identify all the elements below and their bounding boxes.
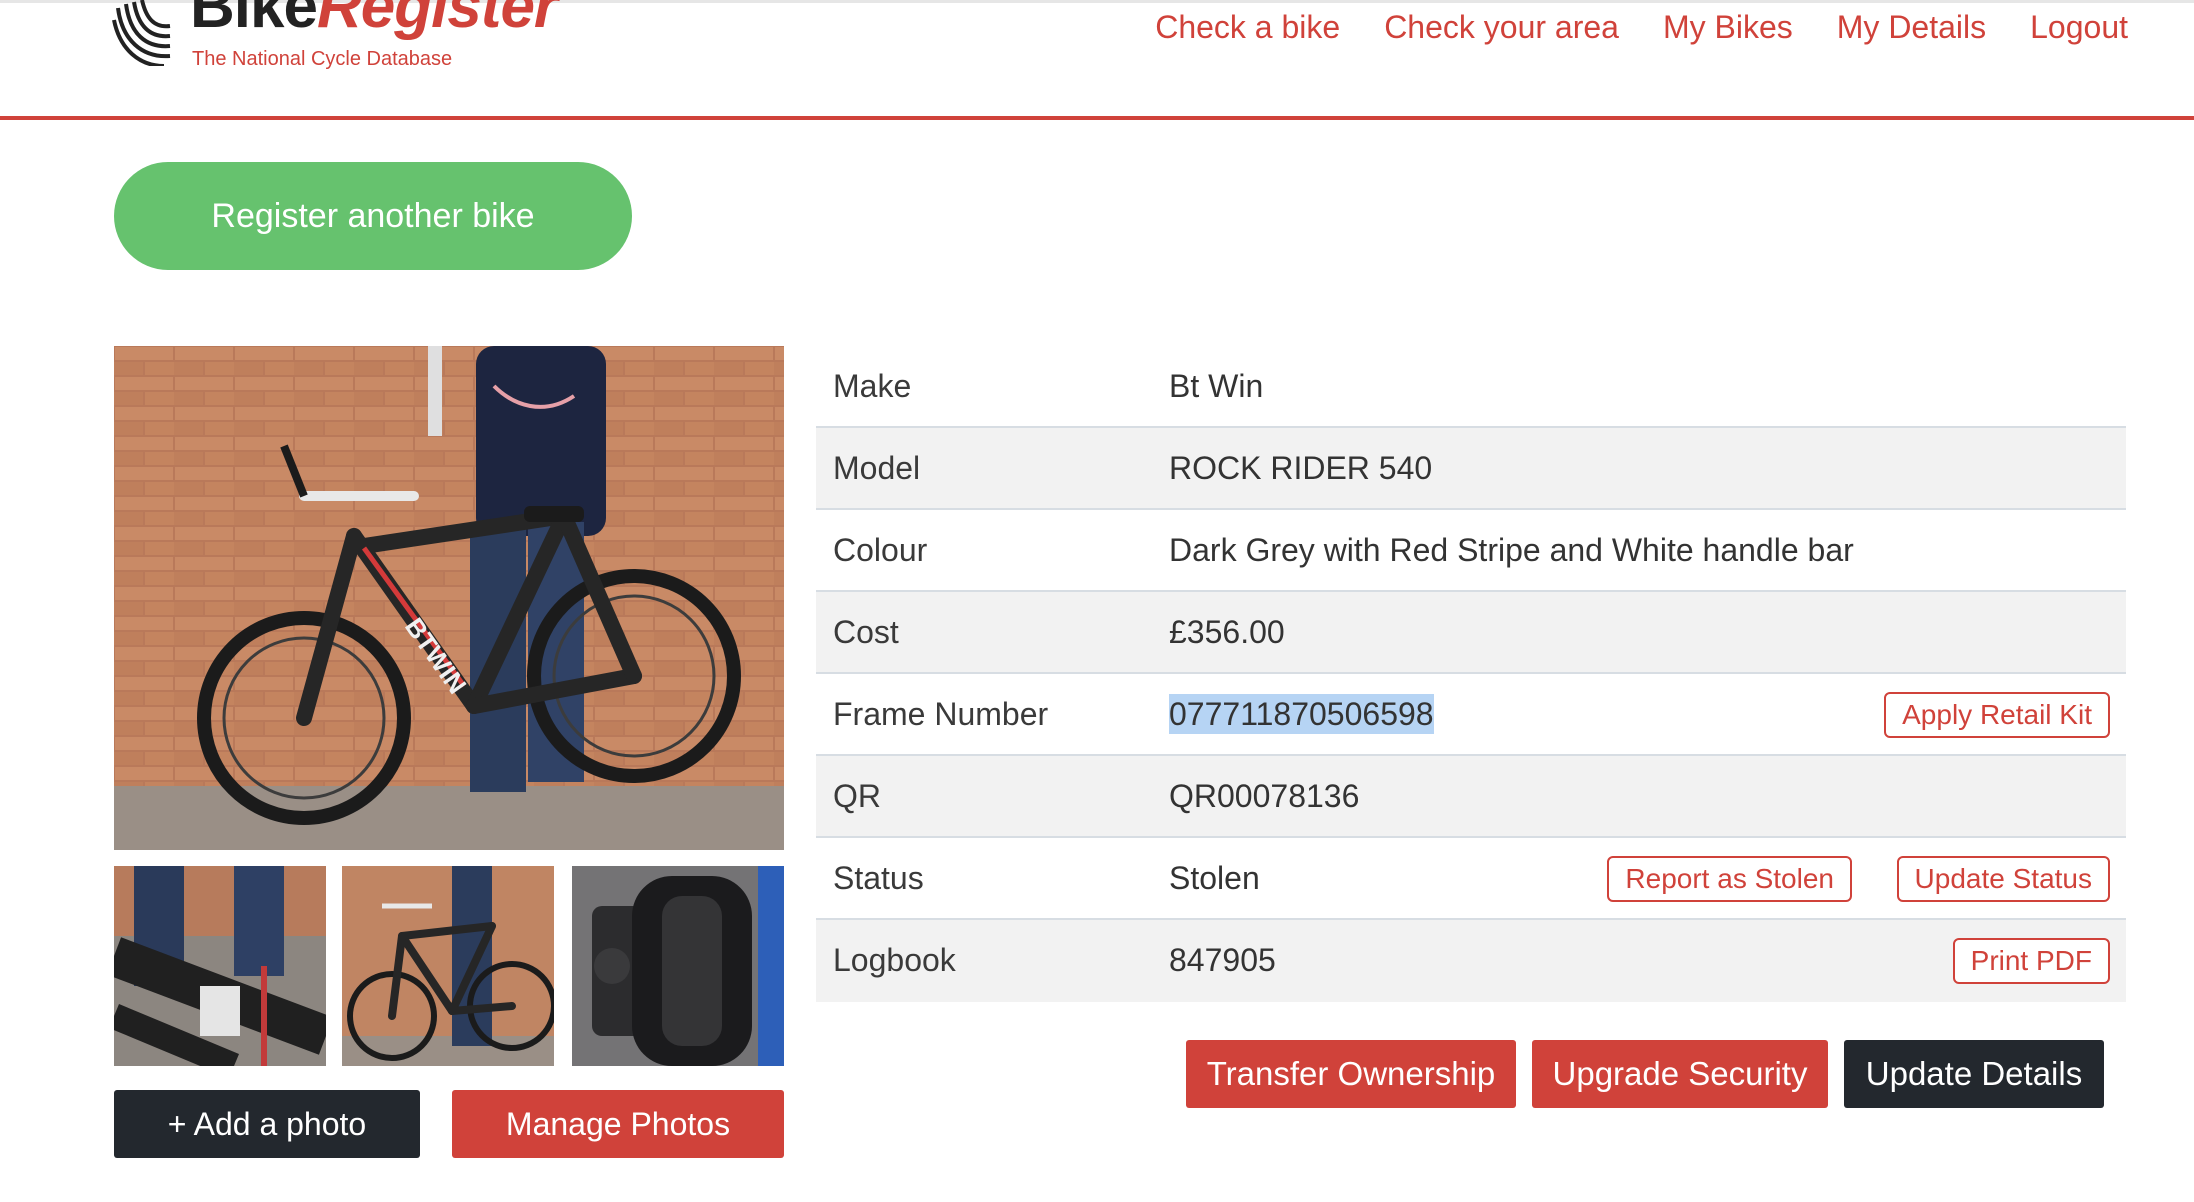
nav-logout[interactable]: Logout [2030,9,2128,46]
detail-row-qr: QR QR00078136 [816,756,2126,838]
detail-value: Bt Win [1169,368,1264,404]
detail-label: QR [833,778,881,814]
detail-label: Model [833,450,921,486]
apply-retail-kit-button[interactable]: Apply Retail Kit [1884,692,2110,738]
frame-number-selected-text[interactable]: 077711870506598 [1169,694,1434,734]
main-nav: Check a bike Check your area My Bikes My… [1155,2,2128,52]
nav-check-a-bike[interactable]: Check a bike [1155,9,1340,46]
print-pdf-button[interactable]: Print PDF [1952,938,2110,984]
update-status-button[interactable]: Update Status [1896,856,2110,902]
fingerprint-logo-icon [112,0,171,66]
detail-label: Cost [833,614,899,650]
detail-row-logbook: Logbook 847905 Print PDF [816,920,2126,1002]
detail-row-model: Model ROCK RIDER 540 [816,428,2126,510]
logo-tagline: The National Cycle Database [192,48,453,70]
detail-value: Stolen [1169,860,1260,896]
detail-row-cost: Cost £356.00 [816,592,2126,674]
nav-my-details[interactable]: My Details [1837,9,1986,46]
bike-photo-thumbnail-3[interactable] [572,866,784,1066]
site-header: BikeRegister The National Cycle Database… [0,0,2194,118]
detail-row-frame-number: Frame Number 077711870506598 Apply Retai… [816,674,2126,756]
bike-photo-thumbnail-2[interactable] [342,866,554,1066]
report-as-stolen-button[interactable]: Report as Stolen [1607,856,1852,902]
main-bike-photo[interactable]: BTWIN [114,346,784,850]
detail-label: Logbook [833,942,956,978]
transfer-ownership-button[interactable]: Transfer Ownership [1186,1040,1516,1108]
manage-photos-button[interactable]: Manage Photos [452,1090,784,1158]
detail-value: ROCK RIDER 540 [1169,450,1433,486]
add-photo-button[interactable]: + Add a photo [114,1090,420,1158]
detail-value: £356.00 [1169,614,1285,650]
logo-word-register: Register [316,0,558,41]
detail-value: QR00078136 [1169,778,1360,814]
detail-value: Dark Grey with Red Stripe and White hand… [1169,532,1854,568]
register-another-bike-button[interactable]: Register another bike [114,162,632,270]
detail-value[interactable]: 077711870506598 [1169,674,1434,754]
detail-label: Make [833,368,912,404]
nav-check-your-area[interactable]: Check your area [1384,9,1619,46]
detail-row-make: Make Bt Win [816,346,2126,428]
update-details-button[interactable]: Update Details [1844,1040,2104,1108]
detail-value: 847905 [1169,942,1276,978]
header-divider [0,116,2194,120]
detail-label: Status [833,860,924,896]
detail-label: Frame Number [833,696,1049,732]
upgrade-security-button[interactable]: Upgrade Security [1532,1040,1828,1108]
detail-row-colour: Colour Dark Grey with Red Stripe and Whi… [816,510,2126,592]
bike-details-table: Make Bt Win Model ROCK RIDER 540 Colour … [816,346,2126,1002]
nav-my-bikes[interactable]: My Bikes [1663,9,1793,46]
logo-wordmark: BikeRegister [190,0,558,41]
detail-label: Colour [833,532,928,568]
logo-word-bike: Bike [190,0,318,41]
bike-photo-thumbnail-1[interactable] [114,866,326,1066]
detail-row-status: Status Stolen Report as Stolen Update St… [816,838,2126,920]
site-logo[interactable]: BikeRegister The National Cycle Database [112,0,572,80]
